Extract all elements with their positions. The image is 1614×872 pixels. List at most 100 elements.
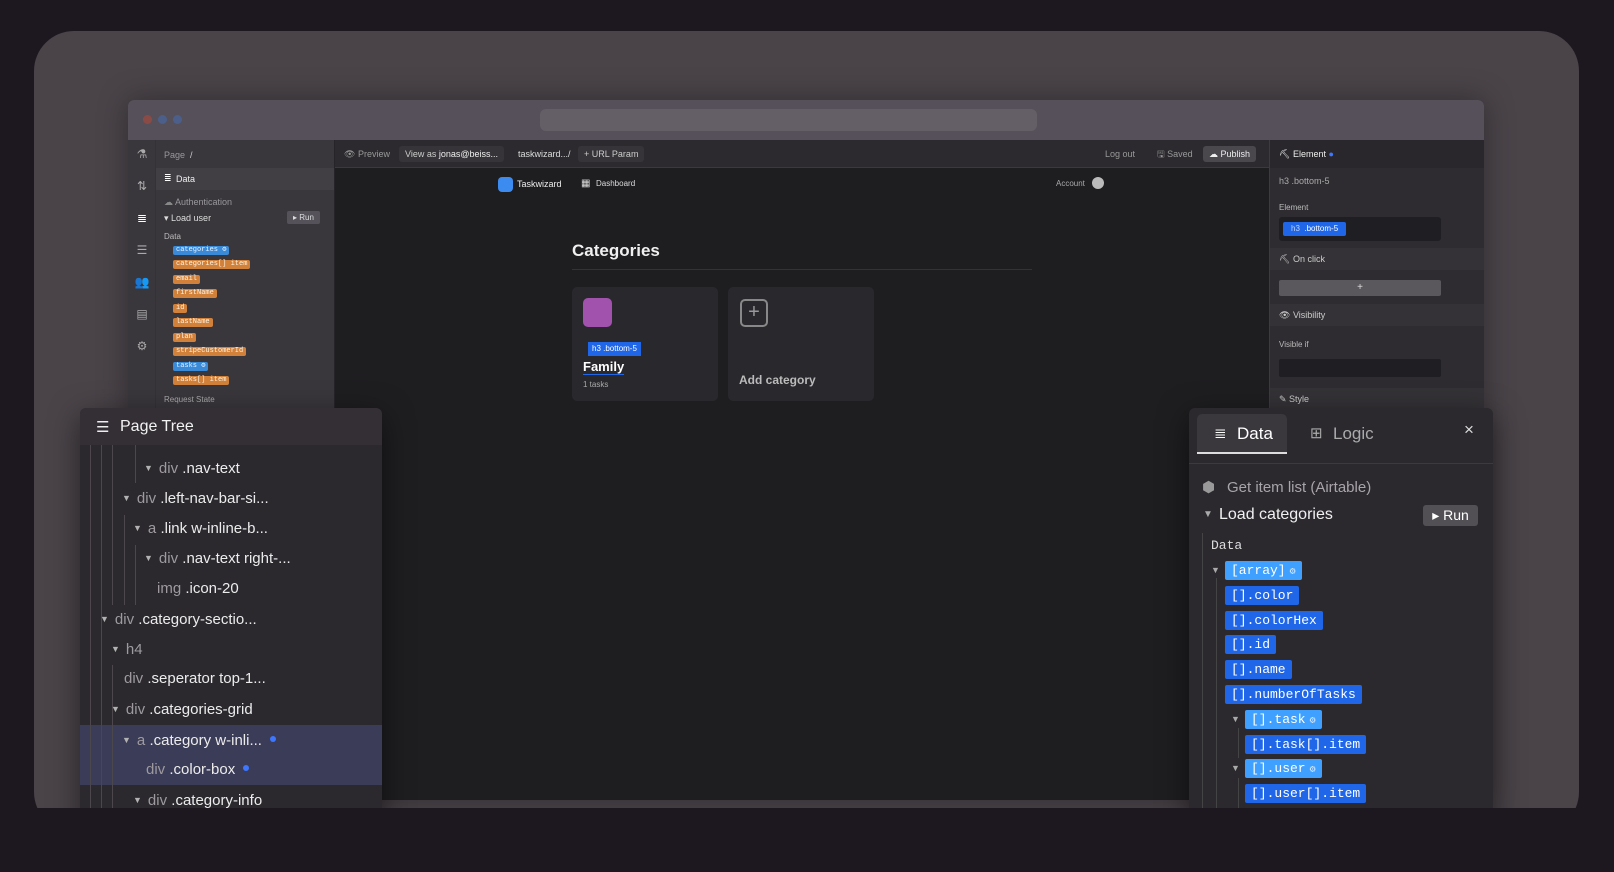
document-icon[interactable]: ▤ [134,306,150,322]
page-label: Page / [164,150,193,160]
address-bar[interactable] [540,109,1037,131]
gear-icon: ⚙ [1289,567,1296,578]
query-name[interactable]: Load categories [1219,506,1333,524]
collapse-arrow-icon[interactable]: ▼ [1203,509,1213,520]
color-box [583,298,612,327]
logout-link[interactable]: Log out [1105,140,1135,168]
page-tree-panel: ☰ Page Tree ▼ div .nav-text ▼ div .left-na… [80,408,382,838]
element-badge: h3 .bottom-5 [588,342,641,356]
data-section-title: Data [176,174,196,184]
category-card[interactable]: h3 .bottom-5 Family 1 tasks [572,287,718,401]
selected-dot-icon [243,765,250,771]
tree-guide [1216,578,1217,838]
expand-arrow-icon[interactable]: ▼ [1231,763,1240,773]
preview-button[interactable]: 👁 Preview [344,140,390,168]
window-maximize-dot[interactable] [173,115,182,124]
category-name[interactable]: Family [583,359,625,375]
saved-status: 🖫 Saved [1157,149,1193,159]
gear-icon: ⚙ [1309,765,1316,776]
tag-email[interactable]: email [173,275,201,284]
field-colorhex[interactable]: [].colorHex [1225,611,1323,630]
tree-row[interactable]: ▼ div .nav-text right-... [144,543,291,573]
tree-row[interactable]: ▼ h4 [111,634,143,664]
run-button[interactable]: ▸ Run [287,211,320,224]
tag-id[interactable]: id [173,304,188,313]
field-task-item[interactable]: [].task[].item [1245,735,1367,754]
tab-logic[interactable]: ⊞ Logic [1307,414,1397,454]
tab-data[interactable]: ≣ Data [1197,414,1287,454]
list-icon: ☰ [96,419,110,436]
data-section-header[interactable]: ≣ Data [156,168,334,190]
tag-tasks-item[interactable]: tasks[] item [173,376,230,385]
users-icon[interactable]: 👥 [134,274,150,290]
run-button[interactable]: ▸ Run [1423,505,1478,526]
tag-tasks[interactable]: tasks ⚙ [173,362,209,371]
style-label: ✎ Style [1279,394,1310,404]
tag-lastname[interactable]: lastName [173,318,213,327]
tree-row[interactable]: ▼ a .link w-inline-b... [133,513,268,543]
tree-row[interactable]: div .seperator top-1... [124,664,266,694]
url-param-button[interactable]: + URL Param [578,146,645,162]
field-id[interactable]: [].id [1225,635,1277,654]
field-user-item[interactable]: [].user[].item [1245,784,1367,803]
field-user[interactable]: [].user ⚙ [1245,759,1322,778]
close-icon[interactable]: × [1464,420,1474,440]
tree-row[interactable]: img .icon-20 [157,574,239,604]
cube-icon: ⬢ [1202,479,1216,496]
tree-row[interactable]: ▼ div .category-sectio... [100,604,257,634]
tree-row[interactable]: ▼ div .categories-grid [111,694,253,724]
view-as-select[interactable]: View as jonas@beiss... [399,146,505,162]
load-user-query[interactable]: ▾ Load user [164,213,211,224]
element-breadcrumb: h3 .bottom-5 [1279,176,1330,186]
tag-firstname[interactable]: firstName [173,289,217,298]
dashboard-link[interactable]: Dashboard [596,179,635,188]
tag-categories-item[interactable]: categories[] item [173,260,251,269]
gear-icon[interactable]: ⚙ [134,338,150,354]
database-icon: ≣ [1214,425,1227,442]
tree-guide [135,445,136,483]
element-header-label: ⛏ Element ● [1279,149,1334,159]
page-select[interactable]: taskwizard.../ [518,140,571,168]
add-action-button[interactable]: + [1279,280,1441,296]
visible-if-input[interactable] [1279,359,1441,377]
tree-row[interactable]: ▼ div .nav-text [144,453,240,483]
tree-row[interactable]: ▼ div .left-nav-bar-si... [122,483,269,513]
field-name[interactable]: [].name [1225,660,1292,679]
page-tree-header: ☰ Page Tree [80,408,382,445]
field-color[interactable]: [].color [1225,586,1300,605]
tag-categories[interactable]: categories ⚙ [173,246,230,255]
window-close-dot[interactable] [143,115,152,124]
tag-stripecustomerid[interactable]: stripeCustomerId [173,347,247,356]
brand-name[interactable]: Taskwizard [517,179,562,189]
database-icon[interactable]: ≣ [134,210,150,226]
tree-guide [1238,778,1239,808]
window-minimize-dot[interactable] [158,115,167,124]
request-state-label: Request State [164,395,215,404]
sort-icon[interactable]: ⇅ [134,178,150,194]
tag-plan[interactable]: plan [173,333,196,342]
page-canvas: Taskwizard ▦ Dashboard Account Categorie… [335,168,1269,800]
tree-guide [1202,533,1203,838]
page-title: Categories [572,241,660,260]
publish-button[interactable]: ☁ Publish [1203,146,1257,162]
expand-arrow-icon[interactable]: ▼ [1211,565,1220,575]
auth-source: ☁ Authentication [164,197,233,207]
account-icon[interactable] [1092,177,1104,189]
visibility-label: 👁 Visibility [1279,310,1326,320]
tree-row-selected[interactable]: div .color-box [146,755,250,785]
add-category-card[interactable]: + Add category [728,287,874,401]
field-task[interactable]: [].task ⚙ [1245,710,1322,729]
field-numberoftasks[interactable]: [].numberOfTasks [1225,685,1362,704]
flask-icon[interactable]: ⚗ [134,146,150,162]
tree-row-selected[interactable]: ▼ a .category w-inli... [122,725,276,755]
account-link[interactable]: Account [1056,179,1085,188]
expand-arrow-icon[interactable]: ▼ [1231,714,1240,724]
window-titlebar [128,100,1484,140]
element-selector[interactable]: h3 .bottom-5 [1279,217,1441,241]
data-label: Data [164,232,181,241]
list-icon[interactable]: ☰ [134,242,150,258]
field-array[interactable]: [array] ⚙ [1225,561,1302,580]
page-tree-title: Page Tree [120,418,194,435]
tree-guide [135,545,136,605]
app-nav: Taskwizard ▦ Dashboard Account [335,168,1269,202]
